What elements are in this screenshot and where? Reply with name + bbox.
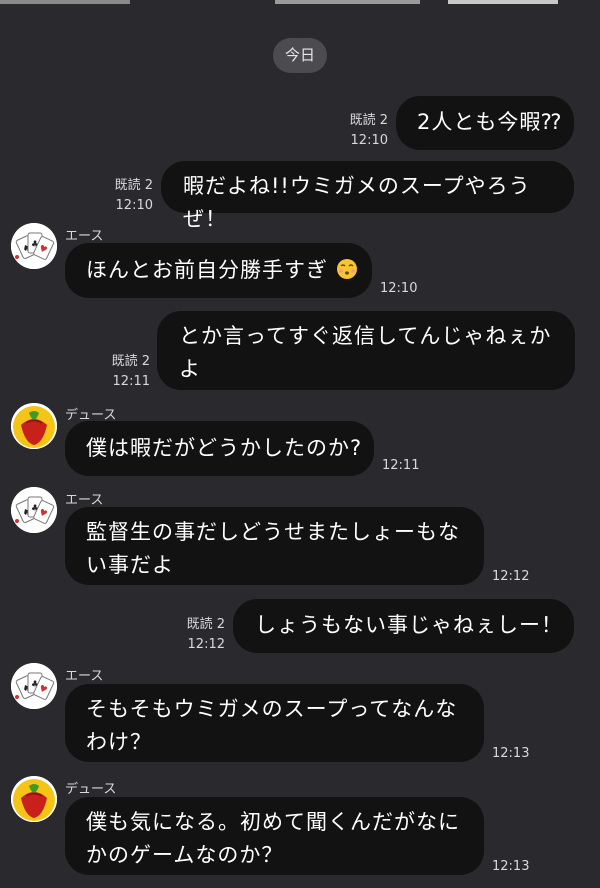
read-receipt: 既読 2 12:10: [114, 178, 153, 213]
message-time: 12:11: [382, 458, 420, 473]
image-fragment: [0, 0, 130, 4]
image-fragment: [275, 0, 420, 4]
message-text: 2人とも今暇⁇: [417, 110, 562, 134]
message-bubble-incoming[interactable]: ほんとお前自分勝手すぎ: [65, 243, 372, 298]
message-text-line: かのゲームなのか？: [86, 843, 284, 867]
face-emoji-icon: [336, 259, 357, 279]
top-image-strip: [0, 0, 600, 4]
message-text: ほんとお前自分勝手すぎ: [86, 258, 328, 282]
deuce-avatar[interactable]: [11, 403, 57, 449]
message-text-line: そもそもウミガメのスープってなんな: [86, 697, 458, 721]
message-text-line: わけ？: [86, 730, 152, 754]
playing-cards-icon: ♠ ♣ ♥: [11, 223, 57, 269]
sender-name: デュース: [65, 782, 117, 797]
message-text-line: い事だよ: [86, 553, 174, 577]
message-time: 12:12: [492, 569, 530, 584]
message-bubble-outgoing[interactable]: 2人とも今暇⁇: [396, 96, 574, 150]
message-text: しょうもない事じゃねぇしー！: [255, 613, 563, 637]
read-receipt: 既読 2 12:10: [349, 113, 388, 148]
message-text-line: 僕も気になる。初めて聞くんだがなに: [86, 810, 460, 834]
message-bubble-incoming[interactable]: 僕は暇だがどうかしたのか?: [65, 421, 374, 476]
ace-avatar[interactable]: ♠ ♣ ♥: [11, 223, 57, 269]
playing-cards-icon: ♠ ♣ ♥: [11, 487, 57, 533]
message-text-line: よ: [179, 357, 201, 381]
message-time: 12:10: [380, 281, 418, 296]
message-text-line: とか言ってすぐ返信してんじゃねぇか: [179, 324, 552, 348]
read-receipt: 既読 2 12:11: [111, 354, 150, 389]
deuce-character-icon: [11, 403, 57, 449]
message-text-line: 監督生の事だしどうせまたしょーもな: [86, 520, 460, 544]
message-bubble-outgoing[interactable]: 暇だよね!!ウミガメのスープやろうぜ！: [161, 161, 574, 231]
message-time: 12:13: [492, 859, 530, 874]
ace-avatar[interactable]: ♠ ♣ ♥: [11, 663, 57, 709]
message-bubble-incoming[interactable]: 監督生の事だしどうせまたしょーもな い事だよ: [65, 507, 484, 585]
message-bubble-outgoing[interactable]: しょうもない事じゃねぇしー！: [233, 599, 574, 653]
ace-avatar[interactable]: ♠ ♣ ♥: [11, 487, 57, 533]
sender-name: エース: [65, 229, 104, 244]
sender-name: エース: [65, 669, 104, 684]
deuce-avatar[interactable]: [11, 776, 57, 822]
message-bubble-outgoing[interactable]: とか言ってすぐ返信してんじゃねぇか よ: [157, 311, 575, 390]
message-time: 12:13: [492, 746, 530, 761]
date-separator: 今日: [273, 38, 327, 73]
playing-cards-icon: ♠ ♣ ♥: [11, 663, 57, 709]
image-fragment: [448, 0, 558, 4]
message-bubble-incoming[interactable]: 僕も気になる。初めて聞くんだがなに かのゲームなのか？: [65, 797, 484, 875]
deuce-character-icon: [11, 776, 57, 822]
sender-name: エース: [65, 493, 104, 508]
message-bubble-incoming[interactable]: そもそもウミガメのスープってなんな わけ？: [65, 684, 484, 762]
message-text: 僕は暇だがどうかしたのか?: [86, 436, 363, 460]
message-text: 暇だよね!!ウミガメのスープやろうぜ！: [183, 174, 531, 231]
read-receipt: 既読 2 12:12: [186, 617, 225, 652]
